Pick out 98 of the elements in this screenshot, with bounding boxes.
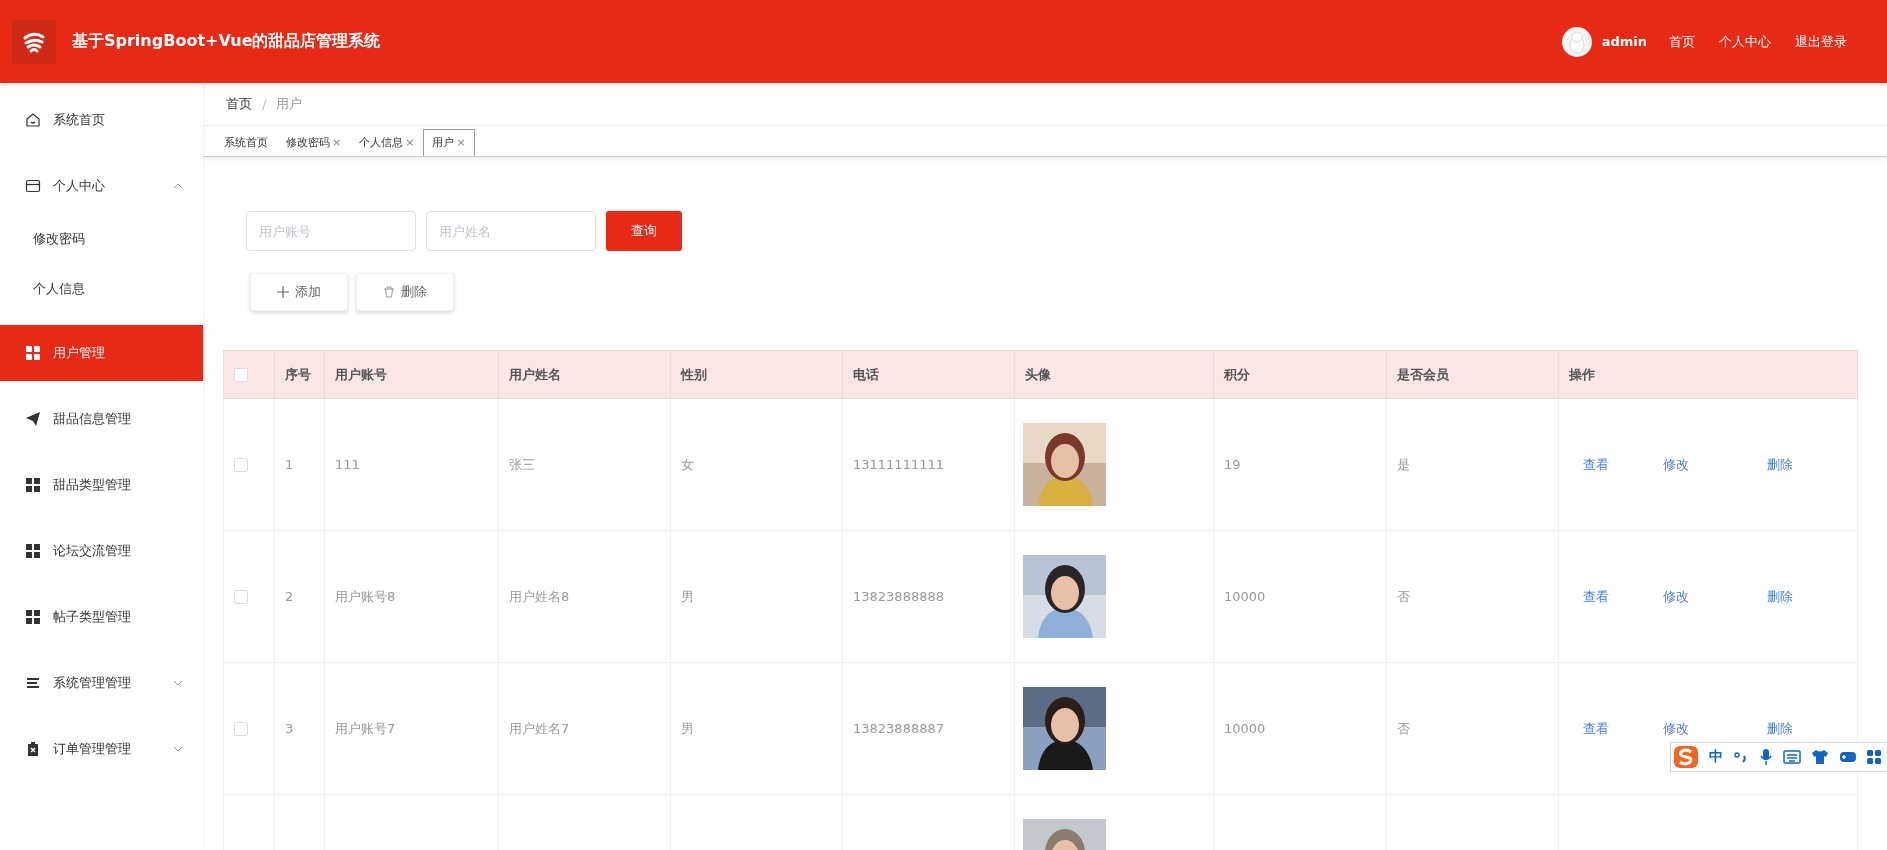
column-header: 头像 xyxy=(1014,350,1214,399)
checkbox[interactable] xyxy=(234,368,248,383)
table-cell: 13823888887 xyxy=(853,721,944,736)
delete-link[interactable]: 删除 xyxy=(1767,455,1847,474)
table-cell: 10000 xyxy=(1224,589,1266,604)
table-cell: 用户姓名7 xyxy=(509,720,570,736)
grid-icon xyxy=(25,345,41,361)
grid-icon xyxy=(25,609,41,625)
view-link[interactable]: 查看 xyxy=(1583,719,1663,738)
delete-link[interactable]: 删除 xyxy=(1767,587,1847,606)
breadcrumb-separator: / xyxy=(262,96,267,112)
home-icon xyxy=(25,112,41,128)
clipboard-icon xyxy=(25,741,41,757)
close-icon[interactable]: × xyxy=(332,136,342,149)
table-cell: 是 xyxy=(1397,456,1410,472)
punctuation-icon[interactable] xyxy=(1733,749,1749,765)
edit-link[interactable]: 修改 xyxy=(1663,455,1743,474)
avatar-icon[interactable] xyxy=(1561,26,1592,57)
column-header: 用户姓名 xyxy=(498,350,671,399)
sidebar-item[interactable]: 系统首页 xyxy=(0,92,203,148)
table-cell: 张三 xyxy=(509,456,535,472)
column-header: 用户账号 xyxy=(324,350,499,399)
edit-link[interactable]: 修改 xyxy=(1663,587,1743,606)
header-link[interactable]: 退出登录 xyxy=(1795,32,1847,51)
app-title: 基于SpringBoot+Vue的甜品店管理系统 xyxy=(72,31,381,52)
header-link[interactable]: 个人中心 xyxy=(1719,32,1771,51)
table-cell: 111 xyxy=(335,457,360,472)
column-header: 积分 xyxy=(1213,350,1387,399)
table-cell: 用户账号7 xyxy=(335,720,396,736)
tab[interactable]: 个人信息 × xyxy=(350,129,424,156)
delete-button[interactable]: 删除 xyxy=(356,273,454,311)
table-cell: 否 xyxy=(1397,720,1410,736)
gamepad-icon[interactable] xyxy=(1839,750,1857,764)
ime-mode[interactable]: 中 xyxy=(1709,748,1723,766)
ime-logo-icon[interactable] xyxy=(1673,745,1699,769)
checkbox[interactable] xyxy=(234,458,248,473)
sidebar-item[interactable]: 甜品信息管理 xyxy=(0,391,203,447)
user-name: admin xyxy=(1601,34,1647,49)
table-cell: 13823888888 xyxy=(853,589,944,604)
table-cell: 1 xyxy=(285,457,294,472)
add-button[interactable]: 添加 xyxy=(250,273,348,311)
sidebar-item[interactable]: 系统管理管理 xyxy=(0,655,203,711)
search-field[interactable]: 用户账号 xyxy=(246,211,416,251)
table-cell: 男 xyxy=(681,588,694,604)
table-cell: 19 xyxy=(1224,457,1241,472)
send-icon xyxy=(25,411,41,427)
tab[interactable]: 修改密码 × xyxy=(277,129,351,156)
list-icon xyxy=(25,675,41,691)
search-button[interactable]: 查询 xyxy=(606,211,682,251)
trash-icon xyxy=(383,286,395,298)
sidebar-item[interactable]: 帖子类型管理 xyxy=(0,589,203,645)
search-field[interactable]: 用户姓名 xyxy=(426,211,596,251)
delete-link[interactable]: 删除 xyxy=(1767,719,1847,738)
checkbox[interactable] xyxy=(234,590,248,605)
column-header: 性别 xyxy=(670,350,843,399)
breadcrumb-item: 用户 xyxy=(276,95,303,113)
column-header: 操作 xyxy=(1558,350,1858,399)
table-cell: 女 xyxy=(681,456,694,472)
table-cell: 否 xyxy=(1397,588,1410,604)
chevron-down-icon xyxy=(173,680,183,686)
chevron-down-icon xyxy=(173,746,183,752)
checkbox[interactable] xyxy=(234,722,248,737)
sidebar-item[interactable]: 甜品类型管理 xyxy=(0,457,203,513)
apps-icon[interactable] xyxy=(1867,750,1881,764)
shirt-icon[interactable] xyxy=(1811,749,1829,765)
sidebar-item[interactable]: 用户管理 xyxy=(0,325,203,381)
table-cell: 男 xyxy=(681,720,694,736)
close-icon[interactable]: × xyxy=(405,136,415,149)
table-cell: 2 xyxy=(285,589,294,604)
card-icon xyxy=(25,178,41,194)
sidebar-item[interactable]: 论坛交流管理 xyxy=(0,523,203,579)
tab[interactable]: 系统首页 xyxy=(215,129,277,156)
column-header: 电话 xyxy=(842,350,1015,399)
logo-icon xyxy=(12,19,56,64)
plus-icon xyxy=(277,286,289,298)
grid-icon xyxy=(25,477,41,493)
column-header: 是否会员 xyxy=(1386,350,1559,399)
table-cell: 10000 xyxy=(1224,721,1266,736)
sidebar-item[interactable]: 订单管理管理 xyxy=(0,721,203,777)
column-header: 序号 xyxy=(274,350,325,399)
tab[interactable]: 用户 × xyxy=(423,129,475,156)
table-cell: 用户姓名8 xyxy=(509,588,570,604)
sidebar-subitem[interactable]: 修改密码 xyxy=(0,214,203,264)
close-icon[interactable]: × xyxy=(456,136,466,149)
sidebar-subitem[interactable]: 个人信息 xyxy=(0,264,203,314)
table-cell: 用户账号8 xyxy=(335,588,396,604)
microphone-icon[interactable] xyxy=(1759,748,1773,766)
keyboard-icon[interactable] xyxy=(1783,750,1801,764)
grid-icon xyxy=(25,543,41,559)
table-cell: 3 xyxy=(285,721,294,736)
view-link[interactable]: 查看 xyxy=(1583,455,1663,474)
sidebar-item[interactable]: 个人中心 xyxy=(0,158,203,214)
header-link[interactable]: 首页 xyxy=(1669,32,1695,51)
breadcrumb-item[interactable]: 首页 xyxy=(226,95,252,113)
view-link[interactable]: 查看 xyxy=(1583,587,1663,606)
edit-link[interactable]: 修改 xyxy=(1663,719,1743,738)
table-cell: 13111111111 xyxy=(853,457,944,472)
chevron-up-icon xyxy=(173,183,183,189)
